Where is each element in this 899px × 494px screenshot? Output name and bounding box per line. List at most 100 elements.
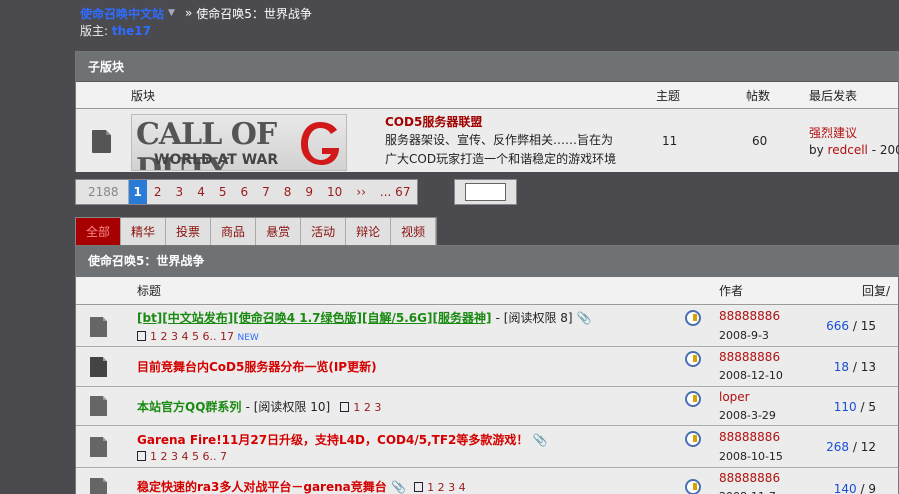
thread-reply-count: 268 / 12: [816, 440, 876, 454]
reply-count-link[interactable]: 140: [834, 482, 857, 494]
moderate-icon[interactable]: [685, 431, 701, 447]
page-link-7[interactable]: 7: [255, 180, 277, 204]
garena-logo-icon: [301, 122, 339, 165]
view-count: / 15: [852, 319, 876, 333]
header-forum: 版块: [131, 89, 156, 103]
thread-pages[interactable]: 1 2 3 4: [414, 481, 466, 494]
forum-description: 服务器架设、宣传、反作弊相关……旨在为广大COD玩家打造一个和谐稳定的游戏环境: [385, 133, 617, 166]
page-link-4[interactable]: 4: [190, 180, 212, 204]
logo-text-sub: WORLD AT WAR: [154, 152, 279, 168]
thread-list-title: 使命召唤5：世界战争: [76, 246, 898, 277]
multipage-icon: [137, 331, 146, 341]
tab-all[interactable]: 全部: [76, 218, 122, 246]
thread-reply-count: 140 / 9: [816, 482, 876, 494]
thread-author-link[interactable]: 88888886: [719, 350, 780, 364]
table-row: 稳定快速的ra3多人对战平台－garena竞舞台 📎 1 2 3 4 88888…: [76, 469, 898, 494]
thread-title-cell: 本站官方QQ群系列 - [阅读权限 10] 1 2 3: [137, 398, 381, 415]
thread-read-permission: - [阅读权限 10]: [245, 400, 331, 414]
attachment-icon: 📎: [390, 480, 406, 494]
thread-date: 2008-11-7: [719, 490, 776, 494]
reply-count-link[interactable]: 18: [834, 360, 849, 374]
pagination: 2188 1 2 3 4 5 6 7 8 9 10 ›› ... 67: [75, 179, 419, 205]
thread-title-link[interactable]: Garena Fire!11月27日升级，支持L4D，COD4/5,TF2等多款…: [137, 433, 528, 447]
thread-page-links[interactable]: 1 2 3 4 5 6.. 7: [150, 450, 227, 463]
page-jump-box: [454, 179, 517, 205]
moderate-icon[interactable]: [685, 479, 701, 494]
moderate-icon[interactable]: [685, 310, 701, 326]
moderate-icon[interactable]: [685, 391, 701, 407]
page-link-3[interactable]: 3: [169, 180, 191, 204]
breadcrumb-separator: »: [184, 6, 193, 20]
thread-date: 2008-10-15: [719, 450, 783, 463]
thread-author-link[interactable]: loper: [719, 390, 750, 404]
page-jump-input[interactable]: [465, 183, 506, 201]
thread-pages[interactable]: 1 2 3 4 5 6.. 7: [137, 450, 227, 463]
forum-logo[interactable]: CALL OF DUTY WORLD AT WAR: [131, 114, 347, 171]
page-link-1[interactable]: 1: [128, 180, 147, 204]
header-posts: 帖数: [746, 89, 771, 103]
thread-reply-count: 110 / 5: [816, 400, 876, 414]
last-post-by: by: [809, 143, 824, 157]
attachment-icon: 📎: [532, 433, 548, 447]
header-title: 标题: [137, 284, 162, 298]
page-link-5[interactable]: 5: [212, 180, 234, 204]
page-link-6[interactable]: 6: [233, 180, 255, 204]
thread-page-links[interactable]: 1 2 3 4 5 6..: [150, 330, 216, 343]
forum-title-link[interactable]: COD5服务器联盟: [385, 113, 482, 130]
thread-status-icon: [90, 437, 107, 457]
thread-date: 2008-9-3: [719, 329, 769, 342]
thread-pages[interactable]: 1 2 3: [340, 401, 381, 414]
subforum-header-row: 版块 主题 帖数 最后发表: [76, 83, 898, 109]
multipage-icon: [340, 402, 350, 412]
tab-reward[interactable]: 悬赏: [256, 218, 302, 246]
table-row: 目前竞舞台内CoD5服务器分布一览(IP更新) 88888886 2008-12…: [76, 348, 898, 387]
thread-date: 2008-12-10: [719, 369, 783, 382]
thread-last-page[interactable]: 17: [220, 330, 234, 343]
last-post-title-link[interactable]: 强烈建议: [809, 124, 857, 141]
breadcrumb-site-link[interactable]: 使命召唤中文站: [80, 5, 164, 22]
thread-page-links[interactable]: 1 2 3 4: [427, 481, 465, 494]
thread-author-link[interactable]: 88888886: [719, 309, 780, 323]
chevron-down-icon[interactable]: ▼: [168, 8, 175, 18]
thread-author-link[interactable]: 88888886: [719, 471, 780, 485]
page-last-link[interactable]: ... 67: [373, 180, 418, 204]
last-post-meta: by redcell - 2008: [809, 143, 899, 157]
thread-list-panel: 使命召唤5：世界战争 标题 作者 回复/查 [bt][中文站发布][使命召唤4 …: [75, 245, 899, 494]
page-next-button[interactable]: ››: [349, 180, 373, 204]
thread-title-cell: 稳定快速的ra3多人对战平台－garena竞舞台 📎 1 2 3 4: [137, 478, 466, 494]
subforum-section-title[interactable]: 子版块: [76, 52, 898, 82]
attachment-icon: 📎: [576, 311, 592, 325]
tab-video[interactable]: 视频: [391, 218, 437, 246]
tab-trade[interactable]: 商品: [211, 218, 257, 246]
tab-debate[interactable]: 辩论: [346, 218, 392, 246]
subforum-panel: 子版块 版块 主题 帖数 最后发表 CALL OF DUTY WORLD AT …: [75, 51, 899, 172]
reply-count-link[interactable]: 666: [826, 319, 849, 333]
reply-count-link[interactable]: 110: [834, 400, 857, 414]
tab-activity[interactable]: 活动: [301, 218, 347, 246]
moderator-name-link[interactable]: the17: [112, 24, 151, 38]
thread-title-link[interactable]: [bt][中文站发布][使命召唤4 1.7绿色版][自解/5.6G][服务器神]: [137, 311, 491, 325]
thread-title-link[interactable]: 本站官方QQ群系列: [137, 400, 241, 414]
thread-date: 2008-3-29: [719, 409, 776, 422]
thread-author-link[interactable]: 88888886: [719, 430, 780, 444]
thread-pages[interactable]: 1 2 3 4 5 6.. 17 NEW: [137, 330, 259, 343]
tab-digest[interactable]: 精华: [121, 218, 167, 246]
last-post-user-link[interactable]: redcell: [828, 143, 868, 157]
page-link-9[interactable]: 9: [298, 180, 320, 204]
thread-title-link[interactable]: 稳定快速的ra3多人对战平台－garena竞舞台: [137, 480, 387, 494]
forum-posts-count: 60: [752, 134, 768, 148]
multipage-icon: [414, 482, 424, 492]
moderate-icon[interactable]: [685, 351, 701, 367]
page-link-10[interactable]: 10: [320, 180, 349, 204]
thread-status-icon: [90, 357, 107, 377]
page-link-2[interactable]: 2: [147, 180, 169, 204]
page-link-8[interactable]: 8: [277, 180, 299, 204]
reply-count-link[interactable]: 268: [826, 440, 849, 454]
tab-poll[interactable]: 投票: [166, 218, 212, 246]
view-count: / 9: [860, 482, 877, 494]
moderator-label: 版主:: [80, 24, 109, 38]
view-count: / 5: [860, 400, 877, 414]
thread-status-icon: [90, 396, 107, 416]
thread-title-link[interactable]: 目前竞舞台内CoD5服务器分布一览(IP更新): [137, 358, 377, 375]
thread-page-links[interactable]: 1 2 3: [353, 401, 381, 414]
